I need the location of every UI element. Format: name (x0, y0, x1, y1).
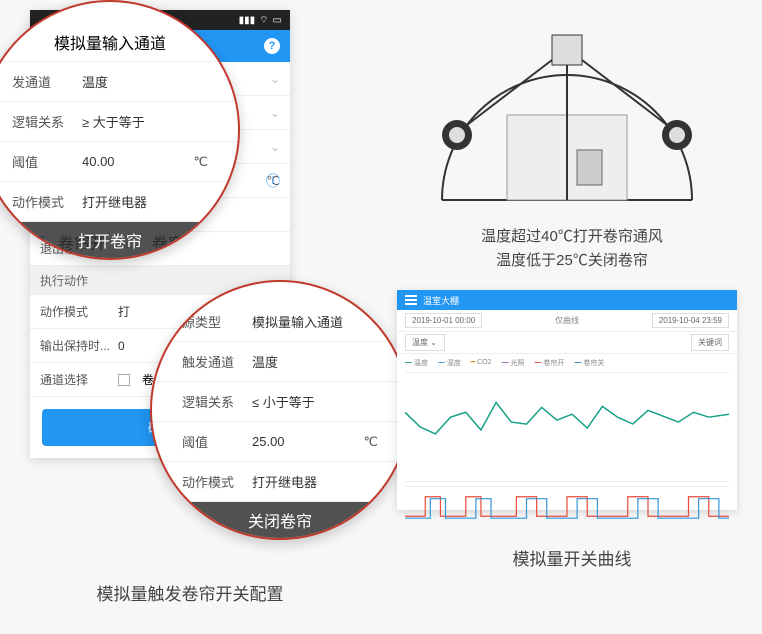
pulse-area (405, 486, 729, 526)
greenhouse-diagram (422, 20, 712, 220)
checkbox-open[interactable] (118, 374, 130, 386)
chart-topbar: 温室大棚 (397, 290, 737, 310)
chart-legend: 温度 湿度 CO2 光照 卷帘开 卷帘关 (397, 354, 737, 372)
lens-close-mode[interactable]: 动作模式打开继电器 (152, 462, 408, 502)
lens-open-trigger[interactable]: 发通道温度 (0, 62, 238, 102)
lens-close-title: 关闭卷帘 (152, 502, 408, 538)
magnifier-close: 源类型模拟量输入通道 触发通道温度 逻辑关系≤ 小于等于 阈值25.00℃ 动作… (150, 280, 410, 540)
menu-icon[interactable] (405, 295, 417, 305)
chart-title: 温室大棚 (423, 294, 459, 307)
chart-mode-label: 仅曲线 (490, 315, 644, 326)
filter-1[interactable]: 温度 ⌄ (405, 334, 445, 351)
help-icon[interactable]: ? (264, 38, 280, 54)
chart-area[interactable] (405, 372, 729, 482)
date-from[interactable]: 2019-10-01 00:00 (405, 313, 482, 328)
info-icon[interactable]: ⓘ (266, 171, 280, 191)
chart-controls: 2019-10-01 00:00 仅曲线 2019-10-04 23:59 (397, 310, 737, 332)
greenhouse-caption: 温度超过40℃打开卷帘通风 温度低于25℃关闭卷帘 (422, 225, 722, 273)
chart-caption: 模拟量开关曲线 (432, 545, 712, 570)
lens-open-threshold[interactable]: 阈值40.00℃ (0, 142, 238, 182)
config-caption: 模拟量触发卷帘开关配置 (50, 580, 330, 605)
wifi-icon: ⌔ (259, 14, 268, 27)
lens-open-title: 打开卷帘 (0, 222, 238, 258)
lens-open-mode[interactable]: 动作模式打开继电器 (0, 182, 238, 222)
lens-close-threshold[interactable]: 阈值25.00℃ (152, 422, 408, 462)
lens-close-logic[interactable]: 逻辑关系≤ 小于等于 (152, 382, 408, 422)
battery-icon: ▭ (273, 15, 282, 26)
date-to[interactable]: 2019-10-04 23:59 (652, 313, 729, 328)
chart-controls-2: 温度 ⌄ 关键词 (397, 332, 737, 354)
search-box[interactable]: 关键词 (691, 334, 729, 351)
lens-close-trigger[interactable]: 触发通道温度 (152, 342, 408, 382)
chart-panel: 温室大棚 2019-10-01 00:00 仅曲线 2019-10-04 23:… (397, 290, 737, 510)
signal-icon: ▮▮▮ (239, 15, 256, 26)
lens-open-logic[interactable]: 逻辑关系≥ 大于等于 (0, 102, 238, 142)
